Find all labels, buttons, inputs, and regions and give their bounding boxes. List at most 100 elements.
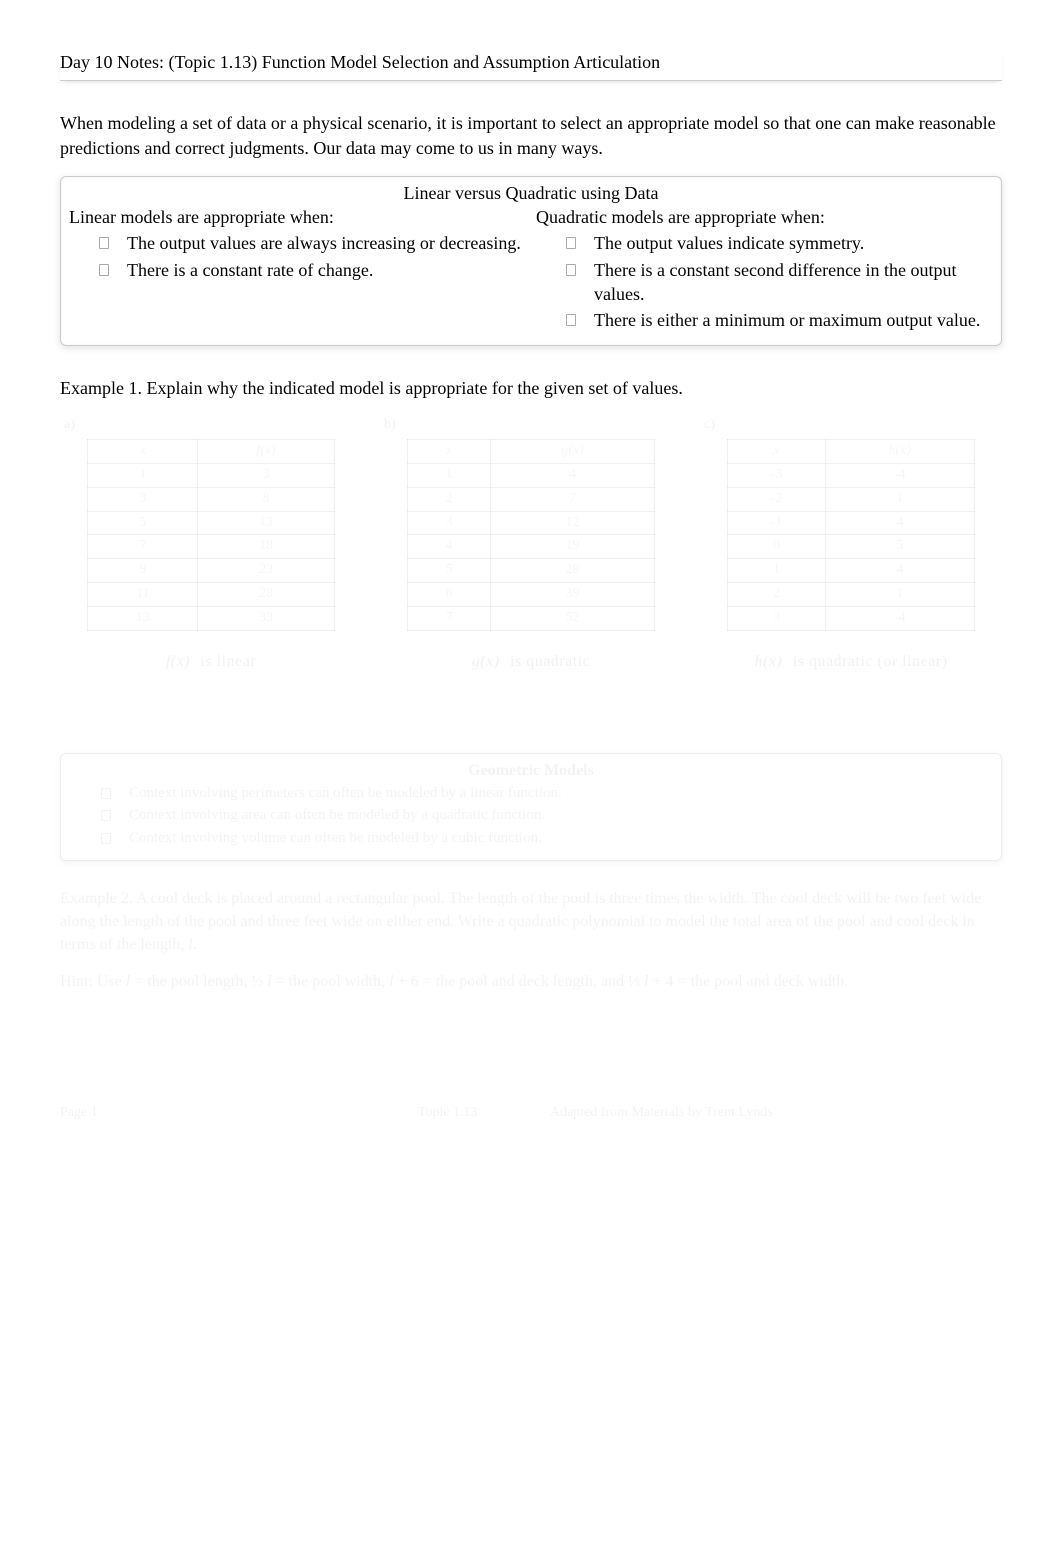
page-title: Day 10 Notes: (Topic 1.13) Function Mode… xyxy=(60,50,1002,81)
table-row: 923 xyxy=(88,559,335,583)
linear-column: Linear models are appropriate when: The … xyxy=(69,205,526,334)
example1-prompt: Example 1. Explain why the indicated mod… xyxy=(60,376,1002,400)
cell: 23 xyxy=(198,559,334,583)
text: = the pool width, xyxy=(276,973,389,990)
list-item: The output values are always increasing … xyxy=(99,231,526,255)
table-row: 528 xyxy=(408,559,655,583)
cell: 0 xyxy=(728,535,826,559)
compare-box: Linear versus Quadratic using Data Linea… xyxy=(60,176,1002,346)
cell: 52 xyxy=(491,607,655,631)
table-row: x h(x) xyxy=(728,439,975,463)
linear-bullets: The output values are always increasing … xyxy=(69,231,526,282)
cell: 7 xyxy=(491,487,655,511)
quadratic-head: Quadratic models are appropriate when: xyxy=(536,205,993,229)
table-row: 21 xyxy=(728,583,975,607)
table-label: a) xyxy=(60,416,362,435)
text: Hint: Use xyxy=(60,973,126,990)
tables-row: a) x f(x) 13 38 513 718 923 1128 1333 f(… xyxy=(60,416,1002,673)
cell: 2 xyxy=(728,583,826,607)
table-block-a: a) x f(x) 13 38 513 718 923 1128 1333 f(… xyxy=(60,416,362,673)
data-table-a: x f(x) 13 38 513 718 923 1128 1333 xyxy=(87,439,335,631)
x-header: x xyxy=(88,439,198,463)
cell: 3 xyxy=(408,511,491,535)
example2-text: Example 2. A cool deck is placed around … xyxy=(60,887,1002,957)
table-block-b: b) x g(x) 14 27 312 419 528 639 752 g(x)… xyxy=(380,416,682,673)
model-caption: f(x) is linear xyxy=(60,651,362,673)
cell: -1 xyxy=(728,511,826,535)
cell: 4 xyxy=(825,511,974,535)
list-item: Context involving volume can often be mo… xyxy=(101,828,991,848)
y-header: g(x) xyxy=(491,439,655,463)
cell: 2 xyxy=(408,487,491,511)
y-header: h(x) xyxy=(825,439,974,463)
cell: 39 xyxy=(491,583,655,607)
table-row: 419 xyxy=(408,535,655,559)
table-row: 639 xyxy=(408,583,655,607)
model-text: is quadratic (or linear) xyxy=(793,653,948,670)
cell: 1 xyxy=(825,583,974,607)
cell: 28 xyxy=(491,559,655,583)
x-header: x xyxy=(408,439,491,463)
var-l: l xyxy=(389,973,393,990)
cell: 8 xyxy=(198,487,334,511)
quadratic-column: Quadratic models are appropriate when: T… xyxy=(536,205,993,334)
table-row: 718 xyxy=(88,535,335,559)
table-row: x g(x) xyxy=(408,439,655,463)
fraction: ⅓ xyxy=(251,973,263,990)
y-header: f(x) xyxy=(198,439,334,463)
cell: 1 xyxy=(88,463,198,487)
cell: 3 xyxy=(728,607,826,631)
cell: 4 xyxy=(825,559,974,583)
table-row: 13 xyxy=(88,463,335,487)
cell: 33 xyxy=(198,607,334,631)
list-item: There is a constant rate of change. xyxy=(99,258,526,282)
table-row: 3-4 xyxy=(728,607,975,631)
cell: 13 xyxy=(88,607,198,631)
data-table-b: x g(x) 14 27 312 419 528 639 752 xyxy=(407,439,655,631)
compare-heading: Linear versus Quadratic using Data xyxy=(69,181,993,205)
fn-name: h(x) xyxy=(755,653,783,670)
text: + 6 = the pool and deck length, and xyxy=(398,973,628,990)
cell: 3 xyxy=(198,463,334,487)
list-item: The output values indicate symmetry. xyxy=(566,231,993,255)
cell: 1 xyxy=(825,487,974,511)
list-item: Context involving area can often be mode… xyxy=(101,805,991,825)
footer-page: Page 1 xyxy=(60,1104,418,1123)
cell: 18 xyxy=(198,535,334,559)
model-text: is linear xyxy=(201,653,257,670)
table-row: 513 xyxy=(88,511,335,535)
list-item: There is either a minimum or maximum out… xyxy=(566,308,993,332)
table-row: 312 xyxy=(408,511,655,535)
var-l: l xyxy=(126,973,130,990)
table-row: -14 xyxy=(728,511,975,535)
footer-topic: Topic 1.13 xyxy=(418,1104,550,1123)
cell: 4 xyxy=(491,463,655,487)
text: Example 2. A cool deck is placed around … xyxy=(60,890,981,953)
table-row: 1128 xyxy=(88,583,335,607)
list-item: Context involving perimeters can often b… xyxy=(101,783,991,803)
cell: -4 xyxy=(825,607,974,631)
cell: 5 xyxy=(825,535,974,559)
cell: 12 xyxy=(491,511,655,535)
cell: 5 xyxy=(88,511,198,535)
table-row: 1333 xyxy=(88,607,335,631)
geometric-title: Geometric Models xyxy=(71,760,991,782)
table-label: c) xyxy=(700,416,1002,435)
x-header: x xyxy=(728,439,826,463)
model-caption: h(x) is quadratic (or linear) xyxy=(700,651,1002,673)
cell: 1 xyxy=(408,463,491,487)
page-footer: Page 1 Topic 1.13 Adapted from Materials… xyxy=(60,1104,1002,1123)
table-row: 05 xyxy=(728,535,975,559)
geometric-box: Geometric Models Context involving perim… xyxy=(60,753,1002,861)
text: . xyxy=(193,936,197,953)
intro-paragraph: When modeling a set of data or a physica… xyxy=(60,111,1002,160)
cell: -2 xyxy=(728,487,826,511)
table-label: b) xyxy=(380,416,682,435)
cell: 11 xyxy=(88,583,198,607)
linear-head: Linear models are appropriate when: xyxy=(69,205,526,229)
fn-name: f(x) xyxy=(166,653,190,670)
var-l: l xyxy=(267,973,271,990)
quadratic-bullets: The output values indicate symmetry. The… xyxy=(536,231,993,332)
table-row: 27 xyxy=(408,487,655,511)
cell: 4 xyxy=(408,535,491,559)
